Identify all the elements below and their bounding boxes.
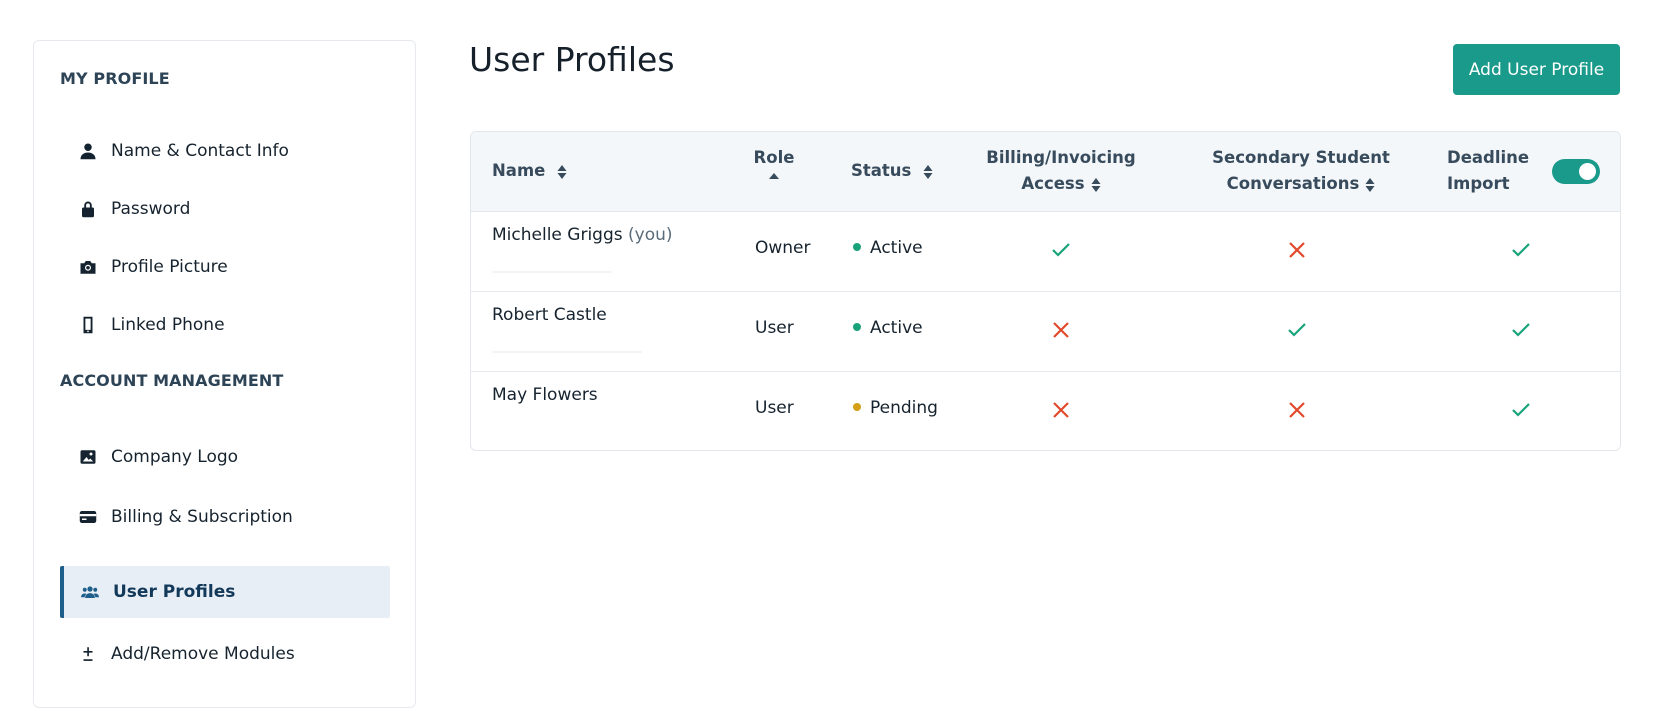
cross-icon bbox=[1289, 242, 1305, 258]
sidebar-item-label: Name & Contact Info bbox=[111, 141, 289, 161]
check-icon bbox=[1288, 323, 1306, 337]
column-header-secondary-conversations[interactable]: Secondary Student Conversations bbox=[1181, 145, 1421, 197]
sidebar-item-password[interactable]: Password bbox=[60, 183, 390, 235]
sidebar-item-label: Billing & Subscription bbox=[111, 507, 293, 527]
column-header-deadline-import: Deadline Import bbox=[1447, 148, 1530, 193]
check-icon bbox=[1052, 243, 1070, 257]
sidebar-item-label: Password bbox=[111, 199, 191, 219]
cross-icon bbox=[1289, 402, 1305, 418]
table-row[interactable]: Michelle Griggs (you) Owner Active bbox=[471, 211, 1620, 292]
sort-icon bbox=[1365, 177, 1375, 192]
table-row[interactable]: May Flowers User Pending bbox=[471, 371, 1620, 450]
user-name: Robert Castle bbox=[492, 305, 607, 325]
add-user-profile-button[interactable]: Add User Profile bbox=[1453, 44, 1620, 95]
column-header-role[interactable]: Role bbox=[749, 145, 799, 181]
check-icon bbox=[1512, 243, 1530, 257]
user-role: User bbox=[755, 318, 794, 338]
sidebar-item-user-profiles[interactable]: User Profiles bbox=[60, 566, 390, 618]
check-icon bbox=[1512, 403, 1530, 417]
phone-icon bbox=[78, 315, 98, 335]
status-dot bbox=[853, 323, 861, 331]
sidebar-item-company-logo[interactable]: Company Logo bbox=[60, 431, 390, 483]
sort-icon bbox=[923, 164, 933, 179]
column-header-name[interactable]: Name bbox=[492, 158, 567, 184]
sidebar-item-label: User Profiles bbox=[113, 582, 236, 602]
camera-icon bbox=[78, 257, 98, 277]
status-badge: Active bbox=[853, 238, 923, 258]
my-profile-heading: MY PROFILE bbox=[60, 69, 170, 88]
status-badge: Pending bbox=[853, 398, 938, 418]
user-role: User bbox=[755, 398, 794, 418]
image-icon bbox=[78, 447, 98, 467]
sidebar-item-label: Linked Phone bbox=[111, 315, 225, 335]
toggle-knob bbox=[1579, 163, 1596, 180]
table-row[interactable]: Robert Castle User Active bbox=[471, 291, 1620, 372]
sidebar-item-label: Add/Remove Modules bbox=[111, 644, 295, 664]
sidebar-item-label: Profile Picture bbox=[111, 257, 228, 277]
lock-icon bbox=[78, 199, 98, 219]
person-icon bbox=[78, 141, 98, 161]
sidebar-item-billing[interactable]: Billing & Subscription bbox=[60, 491, 390, 543]
check-icon bbox=[1512, 323, 1530, 337]
credit-card-icon bbox=[78, 507, 98, 527]
user-profiles-table: Name Role Status Billing/Invoicing Acces… bbox=[470, 131, 1621, 451]
sidebar-item-name-contact[interactable]: Name & Contact Info bbox=[60, 125, 390, 177]
sidebar-item-modules[interactable]: Add/Remove Modules bbox=[60, 628, 390, 680]
column-header-status[interactable]: Status bbox=[851, 158, 933, 184]
sort-icon bbox=[557, 164, 567, 179]
cross-icon bbox=[1053, 322, 1069, 338]
column-header-billing-access[interactable]: Billing/Invoicing Access bbox=[961, 145, 1161, 197]
status-dot bbox=[853, 243, 861, 251]
sidebar-item-label: Company Logo bbox=[111, 447, 239, 467]
table-header: Name Role Status Billing/Invoicing Acces… bbox=[471, 132, 1620, 212]
deadline-import-toggle[interactable] bbox=[1552, 159, 1600, 184]
sidebar-item-linked-phone[interactable]: Linked Phone bbox=[60, 299, 390, 351]
obscured-email bbox=[492, 351, 642, 353]
sidebar-item-profile-picture[interactable]: Profile Picture bbox=[60, 241, 390, 293]
user-name: Michelle Griggs (you) bbox=[492, 225, 673, 245]
sort-icon bbox=[1091, 177, 1101, 192]
page-title: User Profiles bbox=[469, 40, 675, 79]
account-management-heading: ACCOUNT MANAGEMENT bbox=[60, 371, 284, 390]
obscured-email bbox=[492, 271, 612, 273]
you-label: (you) bbox=[628, 225, 673, 245]
sort-ascending-icon bbox=[769, 173, 779, 179]
users-icon bbox=[80, 582, 100, 602]
settings-sidebar: MY PROFILE Name & Contact Info Password … bbox=[33, 40, 416, 708]
status-dot bbox=[853, 403, 861, 411]
user-name: May Flowers bbox=[492, 385, 598, 405]
status-badge: Active bbox=[853, 318, 923, 338]
user-role: Owner bbox=[755, 238, 811, 258]
plus-minus-icon bbox=[78, 644, 98, 664]
cross-icon bbox=[1053, 402, 1069, 418]
